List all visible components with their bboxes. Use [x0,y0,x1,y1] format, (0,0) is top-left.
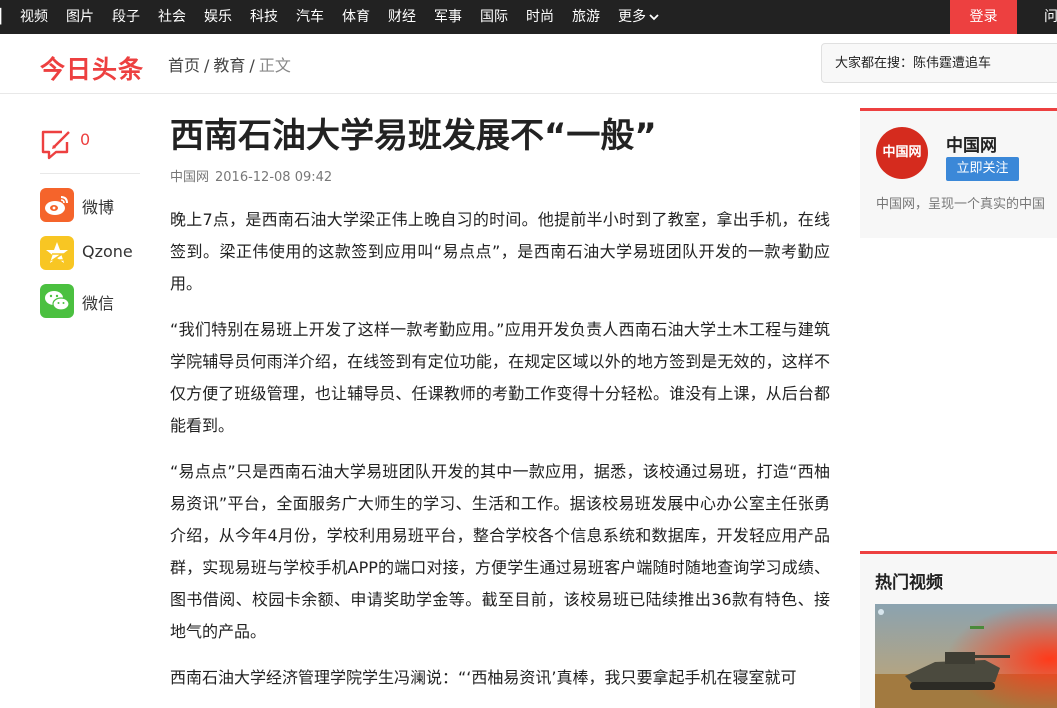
article-paragraph: “易点点”只是西南石油大学易班团队开发的其中一款应用，据悉，该校通过易班，打造“… [170,462,830,641]
nav-item-jokes[interactable]: 段子 [112,0,140,34]
breadcrumb-section[interactable]: 教育 [213,56,245,75]
nav-item-world[interactable]: 国际 [480,0,508,34]
share-weibo-button[interactable]: 微博 [40,188,140,222]
article-title: 西南石油大学易班发展不“一般” [170,116,657,156]
hot-video-section: 热门视频 [860,551,1057,708]
site-header: 今日头条 首页 / 教育 / 正文 [0,34,1057,94]
chevron-down-icon [649,14,659,21]
nav-item-travel[interactable]: 旅游 [572,0,600,34]
nav-item-pictures[interactable]: 图片 [66,0,94,34]
breadcrumb: 首页 / 教育 / 正文 [168,52,291,76]
video-thumbnail[interactable] [875,604,1057,708]
nav-item-entertainment[interactable]: 娱乐 [204,0,232,34]
article-paragraph: 晚上7点，是西南石油大学梁正伟上晚自习的时间。他提前半小时到了教室，拿出手机，在… [170,210,830,293]
nav-item-video[interactable]: 视频 [20,0,48,34]
nav-item-fashion[interactable]: 时尚 [526,0,554,34]
nav-item-sports[interactable]: 体育 [342,0,370,34]
media-description: 中国网，呈现一个真实的中国 [876,197,1046,212]
comment-count: 0 [80,130,91,149]
wechat-icon [40,284,74,318]
article-body: 晚上7点，是西南石油大学梁正伟上晚自习的时间。他提前半小时到了教室，拿出手机，在… [170,204,830,708]
search-input[interactable] [835,44,1057,82]
qzone-icon [40,236,74,270]
login-button[interactable]: 登录 [950,0,1017,34]
nav-item-more[interactable]: 更多 [618,0,659,34]
article-meta: 中国网 2016-12-08 09:42 [170,166,332,185]
share-qzone-button[interactable]: Qzone [40,236,140,270]
breadcrumb-separator: / [249,56,255,75]
nav-item-military[interactable]: 军事 [434,0,462,34]
comment-edit-icon [41,130,70,160]
breadcrumb-current: 正文 [258,56,291,75]
media-name[interactable]: 中国网 [946,131,997,156]
top-nav-bar: ▏ 视频 图片 段子 社会 娱乐 科技 汽车 体育 财经 军事 国际 时尚 旅游… [0,0,1057,34]
search-box[interactable] [821,43,1057,83]
media-card: 中国网 中国网 立即关注 中国网，呈现一个真实的中国 [860,108,1057,238]
share-weibo-label: 微博 [82,198,115,217]
site-logo[interactable]: 今日头条 [40,50,144,86]
avatar[interactable]: 中国网 [876,127,928,179]
nav-item-finance[interactable]: 财经 [388,0,416,34]
article-paragraph: “我们特别在易班上开发了这样一款考勤应用。”应用开发负责人西南石油大学土木工程与… [170,320,830,435]
breadcrumb-separator: / [204,56,210,75]
weibo-icon [40,188,74,222]
nav-item-ask[interactable]: 问 [1044,0,1057,34]
article-source[interactable]: 中国网 [170,170,209,185]
divider [40,173,140,174]
nav-item-society[interactable]: 社会 [158,0,186,34]
breadcrumb-home[interactable]: 首页 [168,56,200,75]
follow-button[interactable]: 立即关注 [946,157,1019,181]
share-wechat-label: 微信 [82,294,115,313]
hot-video-title: 热门视频 [875,573,943,593]
comment-button[interactable]: 0 [40,126,140,166]
nav-more-label: 更多 [618,9,646,25]
share-wechat-button[interactable]: 微信 [40,284,140,318]
nav-item-auto[interactable]: 汽车 [296,0,324,34]
nav-item-tech[interactable]: 科技 [250,0,278,34]
nav-item-partial[interactable]: ▏ [0,0,4,34]
article-time: 2016-12-08 09:42 [215,170,333,185]
article-paragraph: 西南石油大学经济管理学院学生冯澜说：“‘西柚易资讯’真棒，我只要拿起手机在寝室就… [170,668,797,687]
share-qzone-label: Qzone [82,242,133,261]
